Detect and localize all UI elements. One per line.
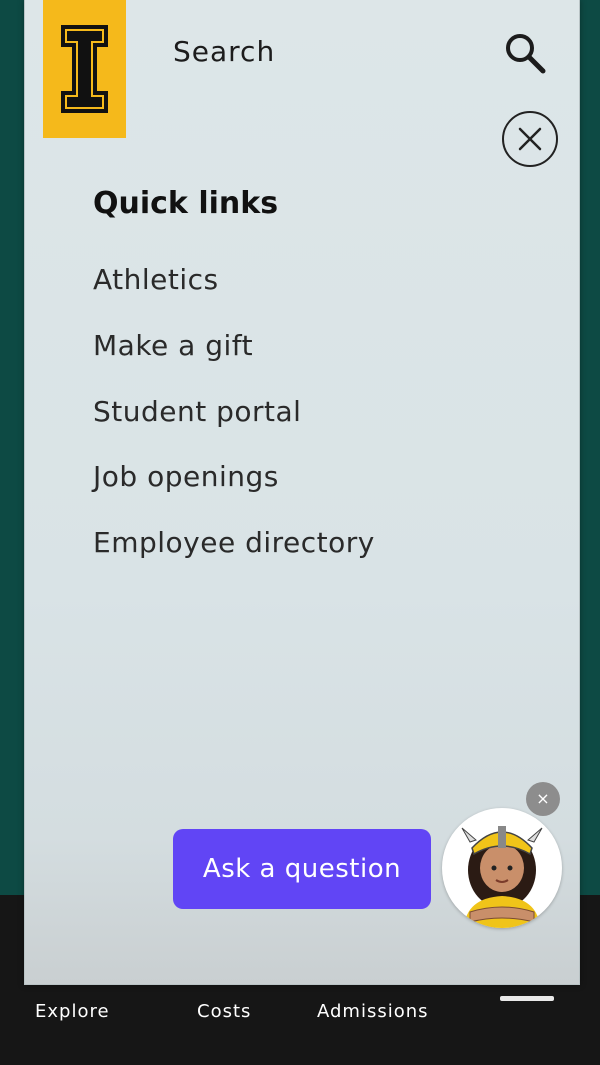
university-logo-icon[interactable]	[43, 0, 126, 138]
search-icon[interactable]	[503, 31, 547, 75]
close-button[interactable]	[502, 111, 558, 167]
link-make-a-gift[interactable]: Make a gift	[93, 329, 253, 362]
dismiss-chat-button[interactable]: ×	[526, 782, 560, 816]
close-icon	[518, 127, 542, 151]
nav-admissions[interactable]: Admissions	[317, 1001, 429, 1022]
quick-links-heading: Quick links	[93, 186, 279, 221]
nav-explore[interactable]: Explore	[35, 1001, 110, 1022]
link-student-portal[interactable]: Student portal	[93, 395, 301, 428]
link-job-openings[interactable]: Job openings	[93, 460, 279, 493]
search-label[interactable]: Search	[173, 35, 275, 68]
menu-icon[interactable]	[500, 996, 554, 1001]
link-athletics[interactable]: Athletics	[93, 263, 219, 296]
mascot-avatar-icon[interactable]	[442, 808, 562, 928]
ask-question-button[interactable]: Ask a question	[173, 829, 431, 909]
nav-costs[interactable]: Costs	[197, 1001, 251, 1022]
link-employee-directory[interactable]: Employee directory	[93, 526, 375, 559]
